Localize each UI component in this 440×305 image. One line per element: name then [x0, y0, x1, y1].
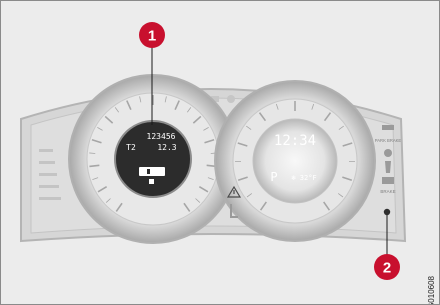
- reference-code: G010608: [427, 276, 436, 305]
- speedometer: 123456 T2 12.3: [68, 74, 238, 244]
- callout-2-number: 2: [383, 260, 391, 277]
- instrument-cluster-illustration: 123456 T2 12.3 12:34 P ❄ 32°F PARK BRAKE…: [20, 22, 407, 280]
- callout-1-number: 1: [148, 28, 156, 45]
- outside-temperature: ❄ 32°F: [291, 174, 316, 182]
- clock-readout: 12:34: [274, 133, 316, 149]
- brake-label: BRAKE: [380, 189, 395, 194]
- dial-tick: [89, 152, 96, 154]
- airbag-icon: [384, 149, 392, 157]
- lights-icon: [382, 125, 394, 130]
- control-knob: [383, 208, 391, 216]
- fuel-pump-icon: [149, 179, 154, 184]
- seatbelt-icon: [385, 161, 391, 173]
- odometer-reading: 123456: [147, 132, 176, 141]
- trip-reading: 12.3: [157, 143, 176, 152]
- battery-icon: [382, 177, 394, 184]
- park-brake-label: PARK BRAKE: [375, 138, 402, 143]
- tachometer: 12:34 P ❄ 32°F: [214, 80, 376, 242]
- gear-indicator: P: [270, 170, 277, 184]
- tachometer-display: [252, 118, 338, 204]
- trip-label: T2: [126, 143, 136, 152]
- fuel-gauge-bar: [139, 167, 165, 176]
- illustration-frame: 123456 T2 12.3 12:34 P ❄ 32°F PARK BRAKE…: [0, 0, 440, 305]
